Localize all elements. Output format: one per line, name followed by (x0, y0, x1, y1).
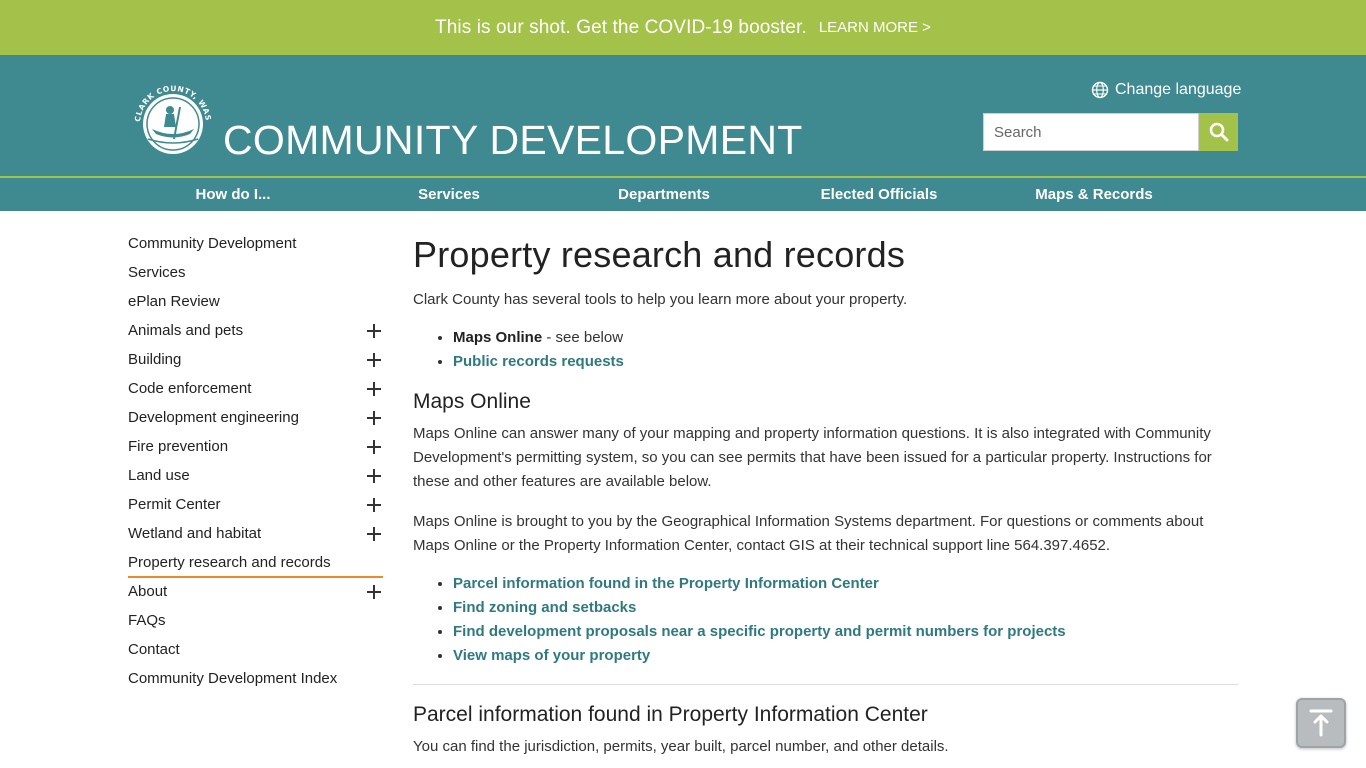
maps-online-paragraph: Maps Online can answer many of your mapp… (413, 425, 1212, 490)
search-form (983, 113, 1238, 151)
gis-paragraph: Maps Online is brought to you by the Geo… (413, 513, 1204, 554)
list-item: Parcel information found in the Property… (453, 572, 1238, 596)
sidebar-item-label: Property research and records (128, 554, 331, 571)
sidebar-item-land-use[interactable]: Land use (128, 462, 383, 491)
list-item: Maps Online - see below (453, 326, 1238, 350)
tools-list: Maps Online - see below Public records r… (413, 326, 1238, 374)
nav-elected-officials[interactable]: Elected Officials (821, 178, 938, 211)
sidebar-item-permit-center[interactable]: Permit Center (128, 491, 383, 520)
expand-plus-icon[interactable] (367, 469, 381, 483)
clark-county-logo[interactable]: CLARK COUNTY, WASHINGTON (128, 77, 218, 167)
list-item: Find zoning and setbacks (453, 596, 1238, 620)
sidebar-item-label: Building (128, 351, 182, 368)
page-title: Property research and records (413, 234, 906, 275)
parcel-info-link[interactable]: Parcel information found in the Property… (453, 575, 879, 592)
sidebar-item-faqs[interactable]: FAQs (128, 607, 383, 636)
sidebar-item-eplan-review[interactable]: ePlan Review (128, 288, 383, 317)
parcel-paragraph: You can find the jurisdiction, permits, … (413, 738, 949, 755)
intro-text: Clark County has several tools to help y… (413, 291, 908, 308)
development-proposals-link[interactable]: Find development proposals near a specif… (453, 623, 1066, 640)
list-item: Public records requests (453, 350, 1238, 374)
sidebar-item-label: Development engineering (128, 409, 299, 426)
expand-plus-icon[interactable] (367, 324, 381, 338)
expand-plus-icon[interactable] (367, 411, 381, 425)
sidebar-item-label: About (128, 583, 168, 600)
banner-message: This is our shot. Get the COVID-19 boost… (435, 16, 807, 38)
sidebar-item-code-enforcement[interactable]: Code enforcement (128, 375, 383, 404)
maps-online-label: Maps Online (453, 329, 543, 346)
change-language-label: Change language (1115, 81, 1242, 98)
expand-plus-icon[interactable] (367, 353, 381, 367)
list-item: View maps of your property (453, 644, 1238, 668)
globe-icon (1091, 81, 1109, 99)
sidebar-item-label: ePlan Review (128, 293, 220, 310)
sidebar-item-label: Contact (128, 641, 180, 658)
sidebar-item-label: Wetland and habitat (128, 525, 262, 542)
nav-how-do-i[interactable]: How do I... (196, 178, 271, 211)
sidebar-item-label: Fire prevention (128, 438, 229, 455)
expand-plus-icon[interactable] (367, 498, 381, 512)
site-title[interactable]: COMMUNITY DEVELOPMENT (223, 117, 803, 164)
sidebar-item-label: Services (128, 264, 186, 281)
sidebar-nav: Community Development Services ePlan Rev… (128, 230, 383, 694)
sidebar-item-label: Permit Center (128, 496, 221, 513)
nav-services[interactable]: Services (418, 178, 480, 211)
expand-plus-icon[interactable] (367, 527, 381, 541)
sidebar-item-label: Land use (128, 467, 190, 484)
sidebar-item-development-engineering[interactable]: Development engineering (128, 404, 383, 433)
zoning-setbacks-link[interactable]: Find zoning and setbacks (453, 599, 636, 616)
sidebar-item-community-development-index[interactable]: Community Development Index (128, 665, 383, 694)
banner-learn-more-link[interactable]: LEARN MORE > (819, 19, 931, 36)
list-item: Find development proposals near a specif… (453, 620, 1238, 644)
sidebar-item-contact[interactable]: Contact (128, 636, 383, 665)
sidebar-item-label: Code enforcement (128, 380, 252, 397)
covid-banner: This is our shot. Get the COVID-19 boost… (0, 0, 1366, 55)
expand-plus-icon[interactable] (367, 440, 381, 454)
public-records-link[interactable]: Public records requests (453, 353, 624, 370)
nav-departments[interactable]: Departments (618, 178, 710, 211)
sidebar-item-wetland-and-habitat[interactable]: Wetland and habitat (128, 520, 383, 549)
main-nav: How do I... Services Departments Elected… (0, 176, 1366, 211)
maps-online-heading: Maps Online (413, 390, 531, 413)
sidebar-item-community-development[interactable]: Community Development (128, 230, 383, 259)
change-language-button[interactable]: Change language (1091, 81, 1241, 99)
sidebar-item-fire-prevention[interactable]: Fire prevention (128, 433, 383, 462)
nav-maps-records[interactable]: Maps & Records (1035, 178, 1153, 211)
view-maps-link[interactable]: View maps of your property (453, 647, 650, 664)
back-to-top-button[interactable] (1296, 698, 1346, 748)
expand-plus-icon[interactable] (367, 585, 381, 599)
sidebar-item-label: Community Development (128, 235, 297, 252)
maps-links-list: Parcel information found in the Property… (413, 572, 1238, 668)
search-button[interactable] (1199, 113, 1238, 151)
search-icon (1209, 122, 1228, 142)
maps-online-suffix: - see below (542, 329, 624, 346)
site-header: CLARK COUNTY, WASHINGTON COMMUNITY DEVEL… (0, 55, 1366, 176)
sidebar-item-label: Animals and pets (128, 322, 244, 339)
sidebar-item-building[interactable]: Building (128, 346, 383, 375)
sidebar-item-label: FAQs (128, 612, 166, 629)
sidebar-item-about[interactable]: About (128, 578, 383, 607)
sidebar-item-property-research[interactable]: Property research and records (128, 549, 383, 578)
sidebar-item-services[interactable]: Services (128, 259, 383, 288)
search-input[interactable] (983, 113, 1199, 151)
sidebar-item-label: Community Development Index (128, 670, 338, 687)
arrow-up-icon (1309, 709, 1333, 737)
parcel-heading: Parcel information found in Property Inf… (413, 703, 928, 726)
expand-plus-icon[interactable] (367, 382, 381, 396)
main-content: Property research and records Clark Coun… (413, 230, 1238, 759)
section-divider (413, 684, 1238, 685)
sidebar-item-animals-and-pets[interactable]: Animals and pets (128, 317, 383, 346)
